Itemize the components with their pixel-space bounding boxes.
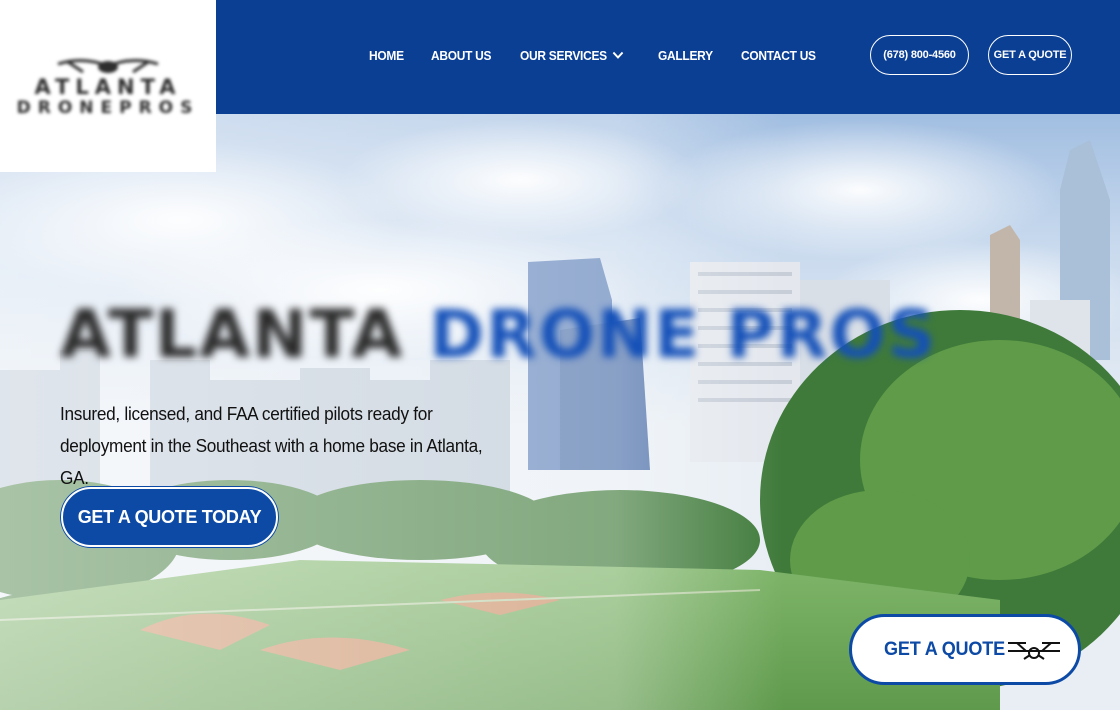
- hero-title-part-1: ATLANTA: [60, 296, 405, 373]
- phone-button[interactable]: (678) 800-4560: [870, 35, 969, 75]
- floating-get-quote-label: GET A QUOTE: [884, 638, 1005, 660]
- get-quote-today-button[interactable]: GET A QUOTE TODAY: [61, 487, 278, 547]
- logo[interactable]: ATLANTA DRONEPROS: [0, 0, 216, 172]
- nav-our-services-label: OUR SERVICES: [520, 47, 608, 63]
- main-nav: HOME ABOUT US OUR SERVICES GALLERY CONTA…: [369, 45, 847, 65]
- nav-gallery[interactable]: GALLERY: [658, 45, 713, 65]
- drone-logo-icon: [57, 59, 159, 74]
- hero-title-part-2: DRONE: [429, 296, 702, 373]
- drone-icon: [1008, 642, 1060, 660]
- hero-title: ATLANTA DRONE PROS: [60, 296, 938, 373]
- nav-our-services[interactable]: OUR SERVICES: [520, 45, 624, 65]
- hero-subtitle: Insured, licensed, and FAA certified pil…: [60, 403, 483, 488]
- logo-line-1: ATLANTA: [34, 75, 182, 99]
- logo-line-2: DRONEPROS: [16, 98, 200, 118]
- header-get-quote-button[interactable]: GET A QUOTE: [988, 35, 1072, 75]
- nav-contact-us[interactable]: CONTACT US: [741, 45, 816, 65]
- logo-image: ATLANTA DRONEPROS: [17, 54, 200, 118]
- chevron-down-icon: [613, 48, 625, 63]
- nav-about-us[interactable]: ABOUT US: [431, 45, 492, 65]
- nav-home[interactable]: HOME: [369, 45, 404, 65]
- floating-get-quote-button[interactable]: GET A QUOTE: [849, 614, 1081, 685]
- hero-title-part-3: PROS: [726, 296, 938, 373]
